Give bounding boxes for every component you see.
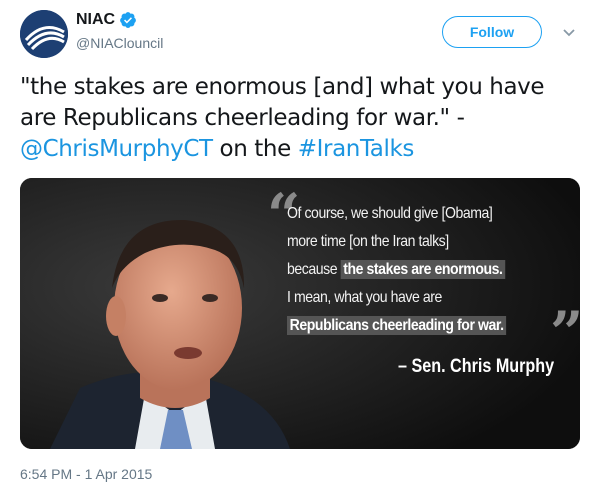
quote-line-1: Of course, we should give [Obama] bbox=[287, 205, 493, 222]
tweet-text-body: "the stakes are enormous [and] what you … bbox=[20, 74, 545, 131]
mention-link[interactable]: @ChrisMurphyCT bbox=[20, 136, 213, 162]
tweet-media-image[interactable]: “ Of course, we should give [Obama] more… bbox=[20, 178, 580, 449]
niac-logo-icon bbox=[20, 10, 68, 58]
chevron-down-icon[interactable] bbox=[561, 24, 577, 40]
quote-highlight-2: Republicans cheerleading for war. bbox=[287, 316, 507, 335]
quote-overlay: “ Of course, we should give [Obama] more… bbox=[267, 186, 580, 362]
quote-line-4: I mean, what you have are bbox=[287, 289, 442, 306]
close-quote-mark: ” bbox=[550, 304, 580, 362]
verified-badge-icon bbox=[119, 11, 137, 29]
quote-line-3: because the stakes are enormous. bbox=[287, 256, 542, 284]
follow-button[interactable]: Follow bbox=[442, 16, 542, 48]
display-name[interactable]: NIAC bbox=[76, 10, 115, 30]
tweet-text-connector: on the bbox=[212, 136, 298, 162]
hashtag-link[interactable]: #IranTalks bbox=[298, 136, 415, 162]
quote-attribution: – Sen. Chris Murphy bbox=[398, 356, 555, 377]
avatar[interactable] bbox=[20, 10, 68, 58]
author-handle[interactable]: @NIAClouncil bbox=[76, 34, 163, 52]
quote-line-5: Republicans cheerleading for war. bbox=[287, 312, 542, 340]
quote-line-3-prefix: because bbox=[287, 261, 341, 278]
author-name-line: NIAC bbox=[76, 10, 137, 30]
tweet-text: "the stakes are enormous [and] what you … bbox=[20, 72, 580, 165]
quote-line-2: more time [on the Iran talks] bbox=[287, 233, 449, 250]
tweet-timestamp[interactable]: 6:54 PM - 1 Apr 2015 bbox=[20, 466, 152, 482]
quote-highlight-1: the stakes are enormous. bbox=[340, 260, 506, 279]
